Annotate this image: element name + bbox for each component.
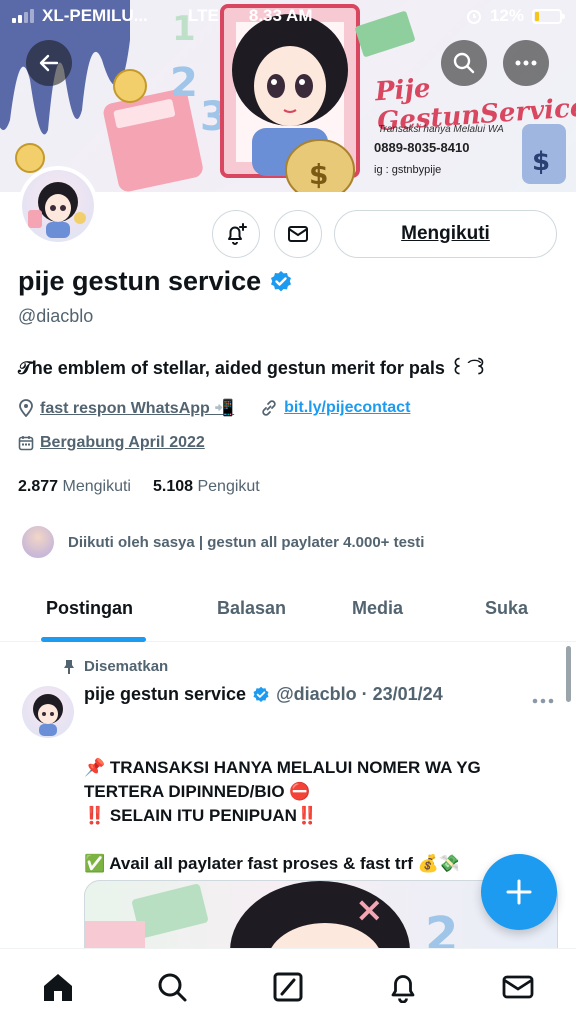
bottom-navigation bbox=[0, 948, 576, 1024]
profile-banner: 2 3 1 $ $ Pije GestunService Transaksi h… bbox=[0, 0, 576, 192]
calendar-icon bbox=[18, 436, 34, 451]
pinned-label: Disematkan bbox=[84, 658, 169, 675]
signal-strength-icon bbox=[12, 9, 34, 23]
plus-icon bbox=[506, 879, 532, 905]
followers-label: Pengikut bbox=[197, 478, 260, 495]
nav-notifications[interactable] bbox=[385, 969, 421, 1005]
network-type: LTE bbox=[188, 6, 219, 25]
follower-avatar bbox=[20, 524, 56, 560]
more-icon bbox=[515, 60, 537, 66]
compose-icon bbox=[273, 972, 303, 1002]
verified-badge-icon bbox=[253, 686, 269, 702]
tab-likes[interactable]: Suka bbox=[485, 598, 528, 619]
more-options-button[interactable] bbox=[503, 40, 549, 86]
profile-name-row: pije gestun service bbox=[18, 266, 293, 297]
nav-messages[interactable] bbox=[500, 969, 536, 1005]
alarm-icon bbox=[466, 10, 481, 24]
svg-text:2: 2 bbox=[170, 60, 198, 106]
tab-replies[interactable]: Balasan bbox=[217, 598, 286, 619]
svg-text:×: × bbox=[355, 890, 384, 930]
avatar-image bbox=[22, 170, 94, 242]
link-icon bbox=[262, 400, 276, 416]
active-tab-indicator bbox=[41, 637, 146, 642]
post-body: 📌 TRANSAKSI HANYA MELALUI NOMER WA YG TE… bbox=[84, 756, 554, 876]
message-button[interactable] bbox=[274, 210, 322, 258]
following-count: 2.877 bbox=[18, 478, 59, 495]
envelope-icon bbox=[288, 226, 308, 242]
clock: 8.33 AM bbox=[248, 6, 313, 25]
profile-tabs: Postingan Balasan Media Suka bbox=[0, 580, 576, 642]
compose-post-button[interactable] bbox=[481, 854, 557, 930]
scrollbar[interactable] bbox=[566, 646, 571, 702]
banner-note: Transaksi hanya Melalui WA bbox=[378, 124, 504, 135]
profile-avatar[interactable] bbox=[18, 166, 98, 246]
tab-posts[interactable]: Postingan bbox=[46, 598, 133, 619]
search-icon bbox=[453, 52, 475, 74]
nav-home[interactable] bbox=[40, 969, 76, 1005]
pin-icon bbox=[64, 659, 74, 674]
location-pin-icon bbox=[19, 399, 33, 417]
envelope-icon bbox=[502, 975, 534, 999]
search-button[interactable] bbox=[441, 40, 487, 86]
home-icon bbox=[44, 974, 72, 1001]
profile-name: pije gestun service bbox=[18, 266, 262, 296]
banner-instagram: ig : gstnbypije bbox=[374, 164, 442, 176]
following-label: Mengikuti bbox=[62, 478, 131, 495]
post-author-name[interactable]: pije gestun service bbox=[84, 684, 246, 705]
followed-by-row[interactable]: Diikuti oleh sasya | gestun all paylater… bbox=[20, 524, 424, 560]
more-icon bbox=[532, 698, 554, 704]
profile-link[interactable]: bit.ly/pijecontact bbox=[284, 399, 410, 417]
post-more-button[interactable] bbox=[532, 684, 554, 710]
post-line-3: ‼️ SELAIN ITU PENIPUAN‼️ bbox=[84, 806, 319, 825]
profile-stats: 2.877 Mengikuti 5.108 Pengikut bbox=[18, 478, 260, 496]
svg-text:$: $ bbox=[532, 147, 550, 177]
profile-bio: 𝒯he emblem of stellar, aided gestun meri… bbox=[18, 358, 489, 378]
notifications-toggle-button[interactable] bbox=[212, 210, 260, 258]
post-line-4: ✅ Avail all paylater fast proses & fast … bbox=[84, 854, 460, 873]
profile-handle: @diacblo bbox=[18, 306, 94, 326]
profile-joined-date: Bergabung April 2022 bbox=[40, 434, 205, 451]
following-button[interactable]: Mengikuti bbox=[334, 210, 557, 258]
banner-phone: 0889-8035-8410 bbox=[374, 140, 470, 155]
profile-location: fast respon WhatsApp 📲 bbox=[40, 400, 235, 417]
status-bar: XL-PEMILU... LTE 8.33 AM 12% bbox=[0, 0, 576, 34]
notification-bell-plus-icon bbox=[228, 223, 247, 245]
back-button[interactable] bbox=[26, 40, 72, 86]
post-header: pije gestun service @diacblo · 23/01/24 bbox=[84, 684, 443, 705]
battery-percent: 12% bbox=[489, 6, 524, 25]
nav-grok[interactable] bbox=[270, 969, 306, 1005]
post-line-2: TERTERA DIPINNED/BIO ⛔ bbox=[84, 782, 311, 801]
search-icon bbox=[158, 973, 187, 1002]
post-author-avatar[interactable] bbox=[22, 686, 74, 738]
bell-icon bbox=[391, 975, 415, 1003]
verified-badge-icon bbox=[271, 270, 292, 291]
nav-search[interactable] bbox=[154, 969, 190, 1005]
tab-media[interactable]: Media bbox=[352, 598, 403, 619]
battery-icon bbox=[532, 8, 565, 24]
followers-count: 5.108 bbox=[152, 478, 194, 495]
post-line-1: 📌 TRANSAKSI HANYA MELALUI NOMER WA YG bbox=[84, 758, 481, 777]
profile-joined-row: Bergabung April 2022 bbox=[18, 434, 205, 452]
svg-text:$: $ bbox=[309, 158, 328, 191]
following-stat[interactable]: 2.877 Mengikuti bbox=[18, 478, 131, 496]
carrier-name: XL-PEMILU... bbox=[42, 6, 148, 25]
pinned-indicator: Disematkan bbox=[62, 658, 168, 675]
post-meta: @diacblo · 23/01/24 bbox=[276, 684, 443, 704]
back-arrow-icon bbox=[39, 54, 59, 72]
followed-by-text: Diikuti oleh sasya | gestun all paylater… bbox=[68, 533, 425, 551]
profile-meta-row: fast respon WhatsApp 📲 bit.ly/pijecontac… bbox=[18, 398, 410, 418]
followers-stat[interactable]: 5.108 Pengikut bbox=[153, 478, 260, 496]
